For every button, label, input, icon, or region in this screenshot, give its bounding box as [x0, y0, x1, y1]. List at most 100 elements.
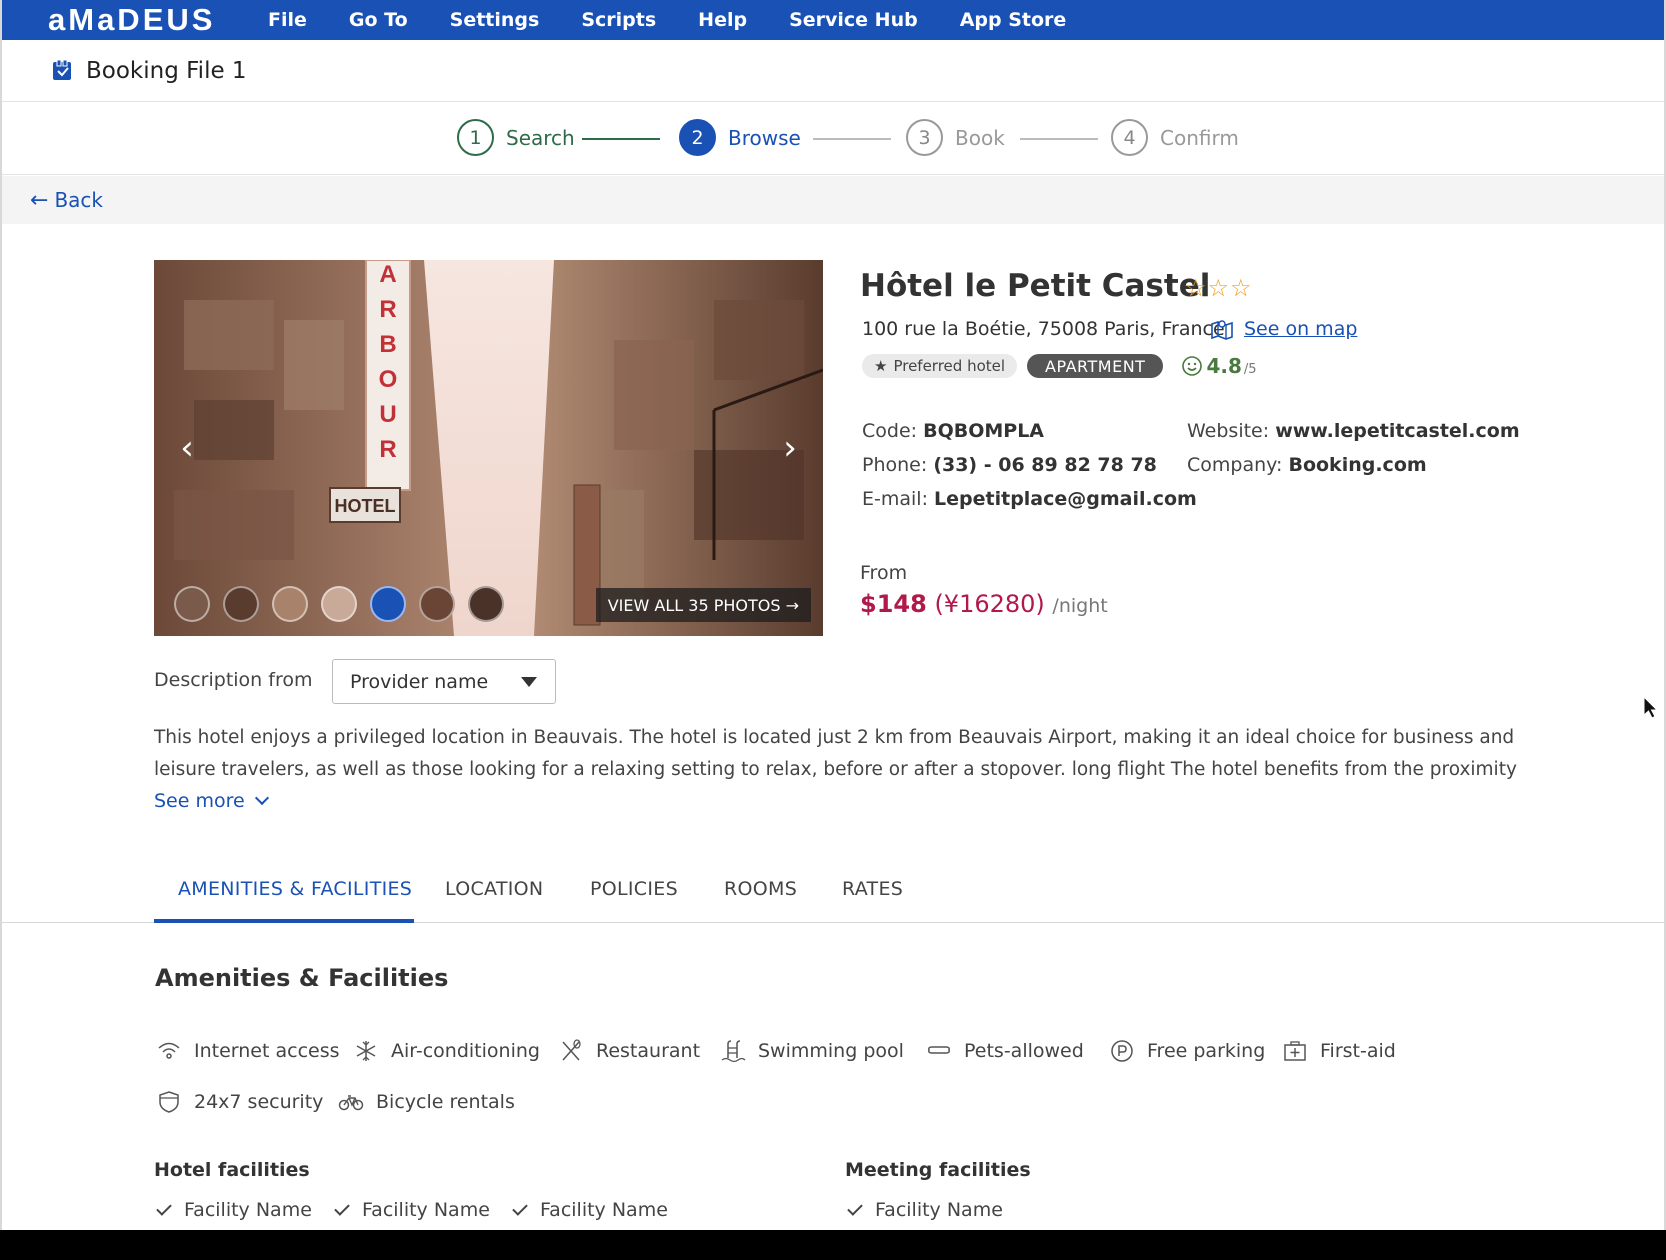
amenity-label: Internet access	[194, 1040, 340, 1062]
amenity-free-parking: Free parking	[1109, 1038, 1265, 1064]
code-value: BQBOMPLA	[923, 420, 1045, 442]
amenity-label: Restaurant	[596, 1040, 701, 1062]
mouse-cursor-icon	[1643, 696, 1659, 719]
company-label: Company:	[1187, 454, 1283, 476]
see-more-label: See more	[154, 790, 245, 812]
step-number: 1	[457, 119, 494, 156]
amenity-air-conditioning: Air-conditioning	[353, 1038, 540, 1064]
photo-thumbnail[interactable]	[321, 586, 357, 622]
menu-go-to[interactable]: Go To	[349, 9, 408, 31]
menu-settings[interactable]: Settings	[450, 9, 540, 31]
amenity-label: Air-conditioning	[391, 1040, 540, 1062]
check-icon	[847, 1200, 863, 1216]
photo-gallery[interactable]: A R B O U R HOTEL ‹ › VIEW ALL 35 PHOTOS…	[154, 260, 823, 636]
hotel-website: Website: www.lepetitcastel.com	[1187, 420, 1520, 442]
wifi-icon	[158, 1042, 180, 1059]
star-rating-icon: ☆☆☆	[1185, 274, 1253, 302]
amenity-label: Pets-allowed	[964, 1040, 1084, 1062]
tab-policies[interactable]: POLICIES	[590, 878, 678, 900]
amenity-first-aid: First-aid	[1282, 1038, 1396, 1064]
tab-amenities-facilities[interactable]: AMENITIES & FACILITIES	[178, 878, 412, 900]
hotel-badges: ★ Preferred hotel APARTMENT 4.8 /5	[862, 354, 1257, 378]
tab-rates[interactable]: RATES	[842, 878, 903, 900]
amenity-label: First-aid	[1320, 1040, 1396, 1062]
photo-thumbnail-selected[interactable]	[370, 586, 406, 622]
step-search[interactable]: 1 Search	[457, 119, 575, 156]
hotel-sign-text: HOTEL	[335, 496, 396, 516]
price-usd: $148	[860, 590, 927, 618]
cutlery-icon	[562, 1039, 581, 1061]
facility-label: Facility Name	[875, 1199, 1003, 1221]
website-label: Website:	[1187, 420, 1270, 442]
menu-service-hub[interactable]: Service Hub	[789, 9, 918, 31]
step-browse[interactable]: 2 Browse	[679, 119, 801, 156]
see-on-map-link[interactable]: See on map	[1210, 318, 1357, 340]
arrow-left-icon: ←	[30, 187, 49, 213]
hotel-code: Code: BQBOMPLA	[862, 420, 1044, 442]
check-icon	[512, 1200, 528, 1216]
hotel-facility-item: Facility Name	[156, 1199, 312, 1221]
menu-app-store[interactable]: App Store	[960, 9, 1067, 31]
facility-label: Facility Name	[362, 1199, 490, 1221]
sign-letter: R	[379, 436, 396, 463]
menu-file[interactable]: File	[268, 9, 307, 31]
guest-rating: 4.8 /5	[1181, 354, 1257, 378]
website-value: www.lepetitcastel.com	[1275, 420, 1520, 442]
price-jpy: (¥16280)	[934, 590, 1045, 618]
hotel-facility-item: Facility Name	[334, 1199, 490, 1221]
selected-provider: Provider name	[350, 670, 489, 693]
photo-thumbnail[interactable]	[468, 586, 504, 622]
facility-label: Facility Name	[184, 1199, 312, 1221]
phone-label: Phone:	[862, 454, 928, 476]
amenity-label: 24x7 security	[194, 1091, 324, 1113]
snowflake-icon	[356, 1041, 376, 1061]
hotel-phone: Phone: (33) - 06 89 82 78 78	[862, 454, 1157, 476]
amenity-label: Bicycle rentals	[376, 1091, 515, 1113]
step-connector	[582, 138, 660, 140]
rating-value: 4.8	[1206, 354, 1242, 378]
sign-letter: A	[379, 261, 396, 288]
bicycle-icon	[338, 1095, 364, 1111]
step-number: 4	[1111, 119, 1148, 156]
amenity-swimming-pool: Swimming pool	[720, 1038, 904, 1064]
per-night-label: /night	[1052, 595, 1108, 617]
amenity-restaurant: Restaurant	[558, 1038, 700, 1064]
step-number: 2	[679, 119, 716, 156]
see-more-link[interactable]: See more	[154, 790, 269, 812]
company-value: Booking.com	[1288, 454, 1427, 476]
parking-icon	[1111, 1040, 1133, 1062]
tab-location[interactable]: LOCATION	[445, 878, 543, 900]
phone-value: (33) - 06 89 82 78 78	[933, 454, 1157, 476]
price-from-label: From	[860, 562, 908, 584]
previous-photo-button[interactable]: ‹	[172, 428, 202, 468]
preferred-hotel-badge: ★ Preferred hotel	[862, 354, 1018, 378]
back-link[interactable]: ← Back	[30, 188, 103, 213]
star-icon: ★	[874, 357, 888, 375]
sign-letter: O	[379, 366, 398, 393]
step-number: 3	[906, 119, 943, 156]
photo-thumbnail[interactable]	[223, 586, 259, 622]
description-provider-select[interactable]: Provider name	[332, 659, 556, 704]
photo-thumbnail[interactable]	[174, 586, 210, 622]
menu-scripts[interactable]: Scripts	[581, 9, 656, 31]
pool-icon	[721, 1040, 746, 1063]
step-label: Browse	[728, 125, 801, 150]
view-all-photos-button[interactable]: VIEW ALL 35 PHOTOS →	[595, 588, 811, 622]
check-icon	[156, 1200, 172, 1216]
photo-thumbnail[interactable]	[272, 586, 308, 622]
hotel-address: 100 rue la Boétie, 75008 Paris, France	[862, 318, 1225, 340]
map-icon	[1211, 320, 1233, 340]
email-label: E-mail:	[862, 488, 928, 510]
step-confirm[interactable]: 4 Confirm	[1111, 119, 1239, 156]
step-label: Confirm	[1160, 125, 1239, 150]
chevron-down-icon	[254, 790, 269, 806]
tab-rooms[interactable]: ROOMS	[724, 878, 797, 900]
next-photo-button[interactable]: ›	[775, 428, 805, 468]
amadeus-logo: aMaDEUS	[48, 2, 216, 37]
menu-help[interactable]: Help	[698, 9, 747, 31]
photo-thumbnail[interactable]	[419, 586, 455, 622]
bone-icon	[928, 1046, 950, 1054]
caret-down-icon	[521, 677, 537, 687]
booking-file-header: Booking File 1	[2, 40, 1664, 102]
step-book[interactable]: 3 Book	[906, 119, 1005, 156]
